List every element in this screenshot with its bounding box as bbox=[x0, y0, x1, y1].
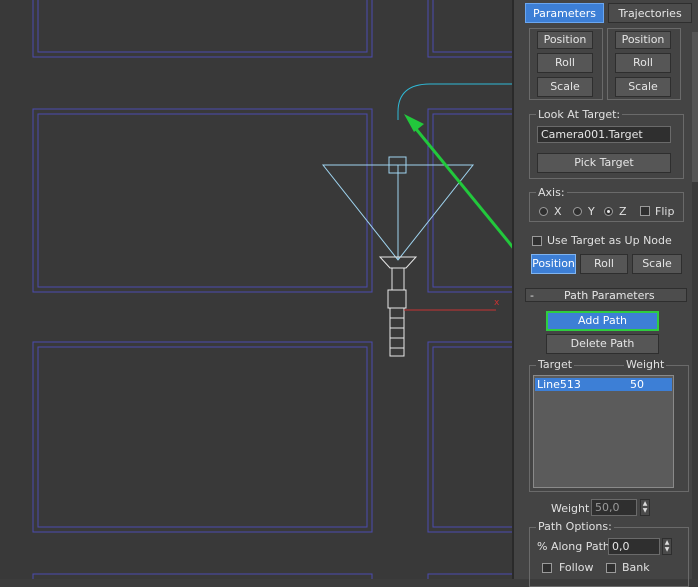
top-right-position-button[interactable]: Position bbox=[615, 31, 671, 49]
weight-label: Weight bbox=[551, 502, 590, 515]
top-left-roll-button[interactable]: Roll bbox=[537, 53, 593, 73]
frame-top-right bbox=[427, 0, 512, 58]
list-row-target: Line513 bbox=[537, 378, 581, 391]
add-path-button[interactable]: Add Path bbox=[546, 311, 659, 331]
camera-path-line bbox=[397, 83, 512, 120]
path-options-label: Path Options: bbox=[536, 520, 614, 533]
frame-bottom-right bbox=[427, 341, 512, 533]
weight-spinner[interactable]: ▲ ▼ bbox=[640, 499, 650, 516]
path-options-group bbox=[529, 527, 689, 587]
bank-checkbox[interactable] bbox=[606, 563, 616, 573]
frame-mid-left bbox=[32, 108, 373, 293]
axis-z-radio[interactable] bbox=[604, 207, 613, 216]
frame-bottom-left bbox=[32, 341, 373, 533]
flip-label: Flip bbox=[655, 205, 675, 218]
mode-roll-button[interactable]: Roll bbox=[580, 254, 628, 274]
panel-scroll-thumb[interactable] bbox=[692, 32, 698, 182]
mode-position-button[interactable]: Position bbox=[531, 254, 576, 274]
axis-x-label: X bbox=[554, 205, 562, 218]
bank-label: Bank bbox=[622, 561, 650, 574]
weight-field[interactable]: 50,0 bbox=[591, 499, 637, 516]
flip-checkbox[interactable] bbox=[640, 206, 650, 216]
frame-lower-right bbox=[427, 573, 512, 579]
axis-y-label: Y bbox=[588, 205, 595, 218]
frame-mid-right bbox=[427, 108, 512, 293]
mode-scale-button[interactable]: Scale bbox=[632, 254, 682, 274]
along-path-spinner[interactable]: ▲ ▼ bbox=[662, 538, 672, 555]
delete-path-button[interactable]: Delete Path bbox=[546, 334, 659, 354]
top-right-roll-button[interactable]: Roll bbox=[615, 53, 671, 73]
x-axis-label: x bbox=[494, 298, 500, 308]
viewport-scene: x bbox=[32, 0, 512, 579]
axis-x-radio[interactable] bbox=[539, 207, 548, 216]
follow-label: Follow bbox=[559, 561, 594, 574]
frame-lower-left bbox=[32, 573, 373, 579]
look-at-target-field[interactable]: Camera001.Target bbox=[537, 126, 671, 143]
path-parameters-rollout[interactable]: - Path Parameters bbox=[525, 288, 687, 302]
list-col-target: Target bbox=[536, 358, 575, 371]
axis-z-label: Z bbox=[619, 205, 627, 218]
rollout-title: Path Parameters bbox=[564, 289, 655, 302]
list-col-weight: Weight bbox=[624, 358, 667, 371]
tab-trajectories[interactable]: Trajectories bbox=[608, 3, 692, 23]
top-left-position-button[interactable]: Position bbox=[537, 31, 593, 49]
camera-body bbox=[378, 256, 418, 357]
viewport-perspective[interactable]: x bbox=[0, 0, 512, 579]
along-path-field[interactable]: 0,0 bbox=[608, 538, 660, 555]
rollout-collapse-sign: - bbox=[530, 289, 534, 302]
along-path-label: % Along Path: bbox=[537, 540, 614, 553]
command-panel: Parameters Trajectories Position Roll Sc… bbox=[512, 0, 698, 587]
path-list[interactable]: Line513 50 bbox=[533, 375, 674, 488]
frame-top-left bbox=[32, 0, 373, 58]
axis-label: Axis: bbox=[536, 186, 567, 199]
follow-checkbox[interactable] bbox=[542, 563, 552, 573]
top-right-scale-button[interactable]: Scale bbox=[615, 77, 671, 97]
use-target-up-checkbox[interactable] bbox=[532, 236, 542, 246]
list-row[interactable]: Line513 50 bbox=[535, 378, 672, 391]
tab-parameters[interactable]: Parameters bbox=[525, 3, 604, 23]
axis-y-radio[interactable] bbox=[573, 207, 582, 216]
look-at-target-label: Look At Target: bbox=[536, 108, 623, 121]
top-left-scale-button[interactable]: Scale bbox=[537, 77, 593, 97]
use-target-up-label: Use Target as Up Node bbox=[547, 234, 672, 247]
list-row-weight: 50 bbox=[630, 378, 644, 391]
pick-target-button[interactable]: Pick Target bbox=[537, 153, 671, 173]
annotation-arrow bbox=[404, 114, 512, 249]
